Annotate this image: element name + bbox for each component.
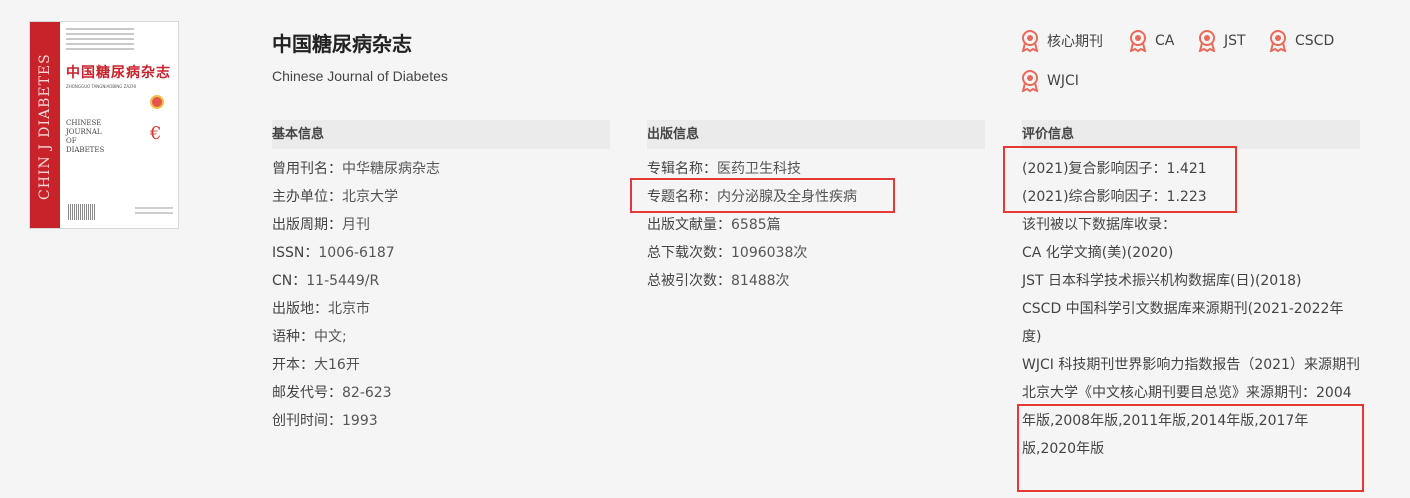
- badge-core-journal[interactable]: 核心期刊: [1020, 30, 1103, 52]
- database-item: CSCD 中国科学引文数据库来源期刊(2021-2022年度): [1022, 301, 1344, 345]
- cover-emblem-icon: [150, 95, 164, 109]
- info-row: 创刊时间：1993: [272, 413, 378, 429]
- cover-pinyin: ZHONGGUO TANGNIAOBING ZAZHI: [66, 84, 137, 89]
- badge-label: JST: [1224, 33, 1246, 49]
- badge-label: 核心期刊: [1047, 34, 1103, 50]
- basic-info-header: 基本信息: [272, 120, 610, 149]
- evaluation-info-section: 评价信息 (2021)复合影响因子：1.421 (2021)综合影响因子：1.2…: [1022, 120, 1360, 463]
- award-icon: [1198, 30, 1216, 52]
- database-item: JST 日本科学技术振兴机构数据库(日)(2018): [1022, 273, 1302, 289]
- badge-wjci[interactable]: WJCI: [1020, 70, 1079, 92]
- journal-subtitle: Chinese Journal of Diabetes: [272, 68, 448, 84]
- info-row: 出版文献量：6585篇: [647, 217, 781, 233]
- publish-info-header: 出版信息: [647, 120, 985, 149]
- info-row: 开本：大16开: [272, 357, 360, 373]
- publish-info-section: 出版信息 专辑名称：医药卫生科技 专题名称：内分泌腺及全身性疾病 出版文献量：6…: [647, 120, 985, 295]
- impact-factor-comprehensive: (2021)综合影响因子：1.223: [1022, 189, 1207, 205]
- cover-cn-title: 中国糖尿病杂志: [66, 65, 171, 81]
- cover-barcode-icon: [68, 204, 96, 220]
- pku-core-journal: 北京大学《中文核心期刊要目总览》来源期刊：2004年版,2008年版,2011年…: [1022, 385, 1352, 457]
- info-row: 总下载次数：1096038次: [647, 245, 808, 261]
- database-item: WJCI 科技期刊世界影响力指数报告（2021）来源期刊: [1022, 357, 1360, 373]
- impact-factor-composite: (2021)复合影响因子：1.421: [1022, 161, 1207, 177]
- cover-header-lines: [66, 28, 176, 53]
- evaluation-info-header: 评价信息: [1022, 120, 1360, 149]
- info-row: ISSN：1006-6187: [272, 245, 395, 261]
- award-icon: [1021, 70, 1039, 92]
- badge-ca[interactable]: CA: [1128, 30, 1174, 52]
- award-icon: [1269, 30, 1287, 52]
- cover-en-title: CHINESE JOURNAL OF DIABETES: [66, 119, 105, 154]
- info-row: 语种：中文;: [272, 329, 347, 345]
- database-intro: 该刊被以下数据库收录：: [1022, 217, 1176, 233]
- info-row: 邮发代号：82-623: [272, 385, 392, 401]
- badge-label: CA: [1155, 33, 1175, 49]
- cover-spine-text: CHIN J DIABETES: [37, 53, 53, 201]
- badge-jst[interactable]: JST: [1197, 30, 1246, 52]
- info-row: CN：11-5449/R: [272, 273, 380, 289]
- basic-info-section: 基本信息 曾用刊名：中华糖尿病杂志 主办单位：北京大学 出版周期：月刊 ISSN…: [272, 120, 610, 435]
- journal-cover-image[interactable]: CHIN J DIABETES 中国糖尿病杂志 ZHONGGUO TANGNIA…: [29, 21, 179, 229]
- cover-footer-lines: [135, 207, 173, 217]
- journal-title: 中国糖尿病杂志: [272, 32, 412, 56]
- database-item: CA 化学文摘(美)(2020): [1022, 245, 1174, 261]
- award-icon: [1021, 30, 1039, 52]
- info-row: 主办单位：北京大学: [272, 189, 398, 205]
- info-row: 专辑名称：医药卫生科技: [647, 161, 801, 177]
- badge-label: CSCD: [1295, 33, 1335, 49]
- info-row: 出版地：北京市: [272, 301, 370, 317]
- info-row: 曾用刊名：中华糖尿病杂志: [272, 161, 440, 177]
- cover-logo-icon: €: [150, 123, 162, 144]
- info-row: 专题名称：内分泌腺及全身性疾病: [647, 189, 857, 205]
- badge-cscd[interactable]: CSCD: [1268, 30, 1334, 52]
- badge-label: WJCI: [1047, 73, 1079, 89]
- info-row: 出版周期：月刊: [272, 217, 370, 233]
- info-row: 总被引次数：81488次: [647, 273, 790, 289]
- award-icon: [1129, 30, 1147, 52]
